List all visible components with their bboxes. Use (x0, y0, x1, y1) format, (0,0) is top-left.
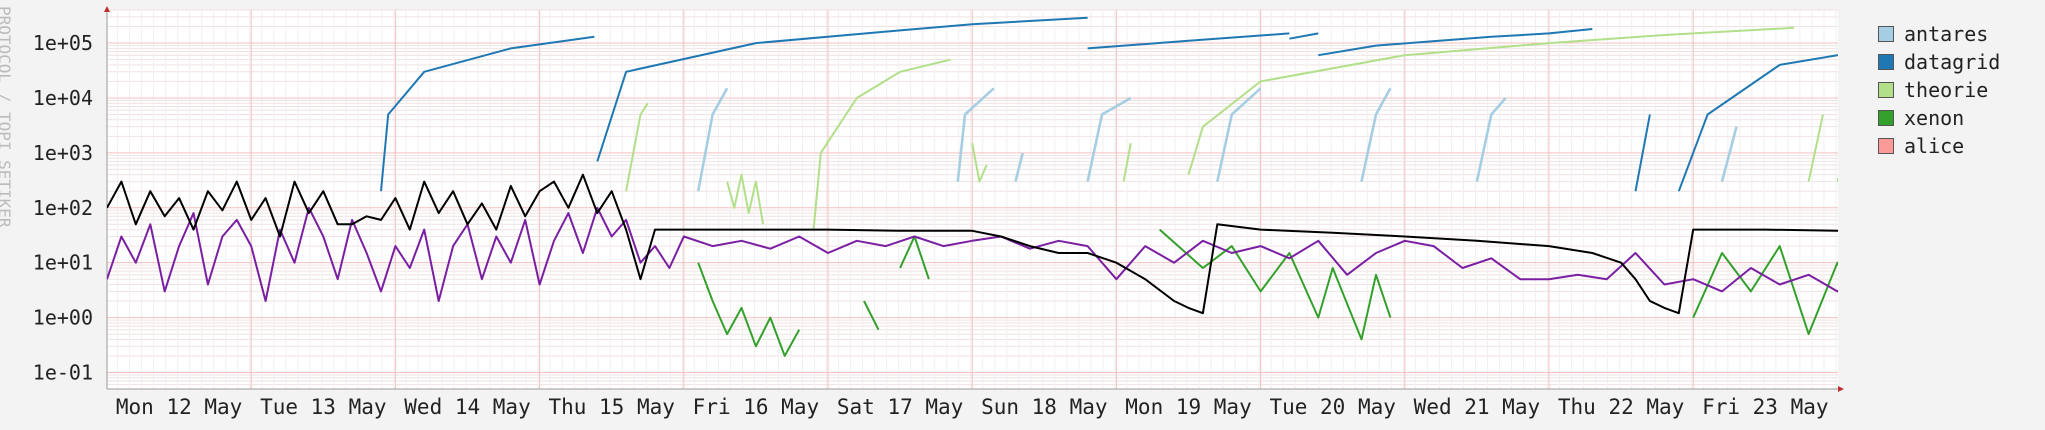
y-tick-label: 1e+00 (33, 306, 93, 330)
x-tick-label: Fri 16 May (693, 395, 819, 419)
x-tick-label: Wed 14 May (404, 395, 530, 419)
y-tick-label: 1e+03 (33, 141, 93, 165)
x-tick-label: Wed 21 May (1414, 395, 1540, 419)
line-chart: 1e-01 1e+00 1e+01 1e+02 1e+03 1e+04 1e+05 Mon 1… (33, 6, 2045, 419)
legend-swatch-xenon (1878, 110, 1894, 126)
x-tick-label: Mon 19 May (1125, 395, 1251, 419)
legend-label-datagrid: datagrid (1904, 50, 2001, 74)
legend-item-alice: alice (1878, 132, 2000, 160)
series-theorie-line (2039, 65, 2045, 175)
x-tick-label: Thu 15 May (548, 395, 674, 419)
chart-container: PROTOCOL / TOPI SETIKER 1e-011e+001e+011… (0, 0, 2045, 430)
legend-item-xenon: xenon (1878, 104, 2000, 132)
y-tick-label: 1e-01 (33, 360, 93, 384)
y-tick-label: 1e+02 (33, 196, 93, 220)
x-tick-label: Tue 20 May (1269, 395, 1395, 419)
legend-swatch-alice (1878, 138, 1894, 154)
legend-label-theorie: theorie (1904, 78, 1989, 102)
x-tick-label: Sun 18 May (981, 395, 1107, 419)
series-theorie-line (1836, 176, 1838, 182)
y-axis-arrow (104, 6, 110, 12)
legend-item-datagrid: datagrid (1878, 48, 2000, 76)
x-tick-label: Fri 23 May (1702, 395, 1828, 419)
y-tick-label: 1e+01 (33, 251, 93, 275)
legend-swatch-datagrid (1878, 54, 1894, 70)
legend-item-theorie: theorie (1878, 76, 2000, 104)
x-tick-label: Mon 12 May (116, 395, 242, 419)
legend-label-antares: antares (1904, 22, 1989, 46)
x-axis-arrow (1838, 386, 1844, 392)
x-tick-label: Sat 17 May (837, 395, 963, 419)
y-tick-label: 1e+04 (33, 86, 93, 110)
legend-item-antares: antares (1878, 20, 2000, 48)
legend-label-xenon: xenon (1904, 106, 1965, 130)
legend-swatch-theorie (1878, 82, 1894, 98)
x-tick-label: Tue 13 May (260, 395, 386, 419)
legend-label-alice: alice (1904, 134, 1965, 158)
legend-swatch-antares (1878, 26, 1894, 42)
legend: antares datagrid theorie xenon alice (1878, 20, 2000, 160)
y-tick-label: 1e+05 (33, 31, 93, 55)
x-tick-label: Thu 22 May (1558, 395, 1684, 419)
